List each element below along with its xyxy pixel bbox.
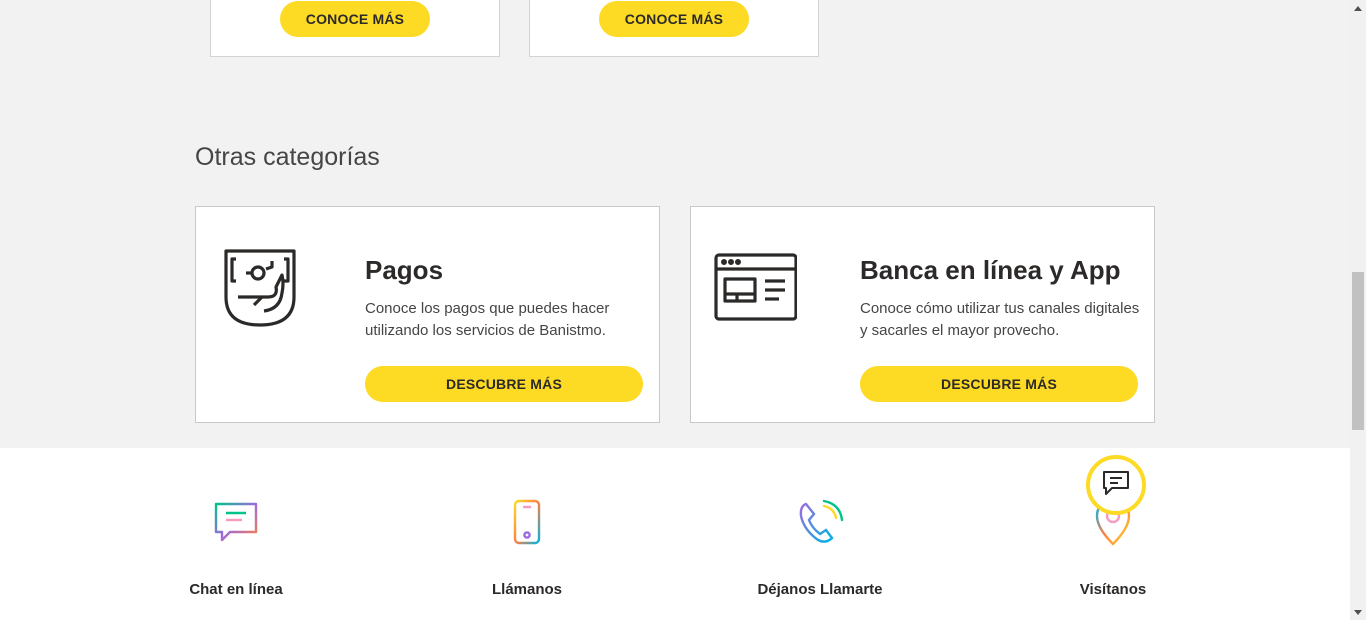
chat-bubble-icon xyxy=(212,498,260,546)
smartphone-icon xyxy=(503,498,551,546)
scroll-down-arrow-icon[interactable] xyxy=(1350,604,1366,620)
product-card-1: CONOCE MÁS xyxy=(210,0,500,57)
contact-label: Déjanos Llamarte xyxy=(757,581,883,598)
contact-chat[interactable]: Chat en línea xyxy=(116,448,356,620)
vertical-scrollbar[interactable] xyxy=(1350,0,1366,620)
scrollbar-thumb[interactable] xyxy=(1352,272,1364,430)
category-card-pagos: Pagos Conoce los pagos que puedes hacer … xyxy=(195,206,660,423)
conoce-mas-button-1[interactable]: CONOCE MÁS xyxy=(280,1,430,37)
card-title: Pagos xyxy=(365,255,444,285)
section-title: Otras categorías xyxy=(195,143,380,171)
contact-label: Visítanos xyxy=(1079,581,1147,598)
descubre-mas-button-banca[interactable]: DESCUBRE MÁS xyxy=(860,366,1138,402)
contact-call[interactable]: Llámanos xyxy=(407,448,647,620)
card-description: Conoce los pagos que puedes hacer utiliz… xyxy=(365,300,610,339)
scroll-up-arrow-icon[interactable] xyxy=(1350,0,1366,16)
category-card-banca: Banca en línea y App Conoce cómo utiliza… xyxy=(690,206,1155,423)
card-title: Banca en línea y App xyxy=(860,255,1121,285)
conoce-mas-button-2[interactable]: CONOCE MÁS xyxy=(599,1,749,37)
chat-fab-button[interactable] xyxy=(1086,455,1146,515)
card-description: Conoce cómo utilizar tus canales digital… xyxy=(860,300,1140,339)
contact-label: Llámanos xyxy=(491,581,563,598)
phone-callback-icon xyxy=(796,498,844,546)
descubre-mas-button-pagos[interactable]: DESCUBRE MÁS xyxy=(365,366,643,402)
browser-window-icon xyxy=(713,247,798,331)
contact-label: Chat en línea xyxy=(189,581,283,598)
product-card-2: CONOCE MÁS xyxy=(529,0,819,57)
payment-terminal-icon xyxy=(218,247,302,331)
contact-callback[interactable]: Déjanos Llamarte xyxy=(700,448,940,620)
chat-message-icon xyxy=(1102,470,1130,501)
contact-footer: Chat en línea Llámanos Déjanos Llamarte xyxy=(0,448,1350,620)
